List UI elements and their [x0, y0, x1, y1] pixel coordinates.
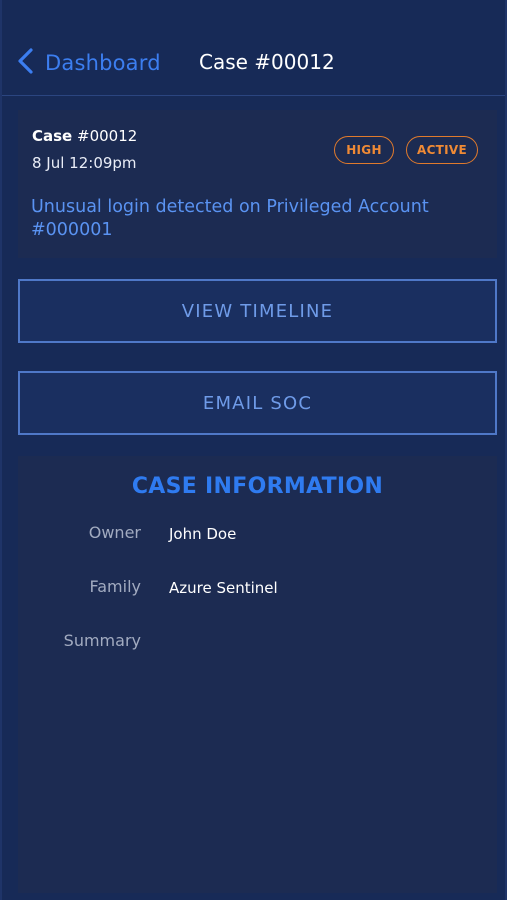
case-information-heading: CASE INFORMATION — [131, 474, 384, 499]
info-row-owner: Owner John Doe — [18, 523, 497, 547]
case-id: Case #00012 — [32, 127, 137, 145]
view-timeline-button[interactable]: VIEW TIMELINE — [18, 279, 497, 343]
info-label-summary: Summary — [63, 631, 141, 650]
email-soc-button[interactable]: EMAIL SOC — [18, 371, 497, 435]
case-description: Unusual login detected on Privileged Acc… — [31, 197, 429, 240]
info-row-summary: Summary — [18, 631, 497, 655]
case-detail-screen: Dashboard Case #00012 Case #00012 8 Jul … — [0, 0, 507, 900]
case-id-keyword: Case — [32, 127, 73, 145]
info-label-owner: Owner — [88, 523, 141, 542]
case-id-number: #00012 — [77, 127, 138, 145]
info-value-owner: John Doe — [169, 525, 237, 543]
top-nav-bar: Dashboard Case #00012 — [2, 0, 505, 96]
chevron-left-icon — [16, 47, 34, 79]
info-value-family: Azure Sentinel — [169, 579, 278, 597]
back-button-label: Dashboard — [45, 51, 161, 75]
info-label-family: Family — [89, 577, 141, 596]
case-datetime: 8 Jul 12:09pm — [32, 154, 137, 172]
case-information-panel: CASE INFORMATION Owner John Doe Family A… — [18, 456, 497, 893]
status-badge: ACTIVE — [406, 136, 478, 164]
info-row-family: Family Azure Sentinel — [18, 577, 497, 601]
severity-badge: HIGH — [334, 136, 394, 164]
case-summary-card: Case #00012 8 Jul 12:09pm HIGH ACTIVE Un… — [18, 110, 497, 258]
page-title: Case #00012 — [199, 50, 335, 74]
back-button[interactable]: Dashboard — [16, 47, 161, 79]
